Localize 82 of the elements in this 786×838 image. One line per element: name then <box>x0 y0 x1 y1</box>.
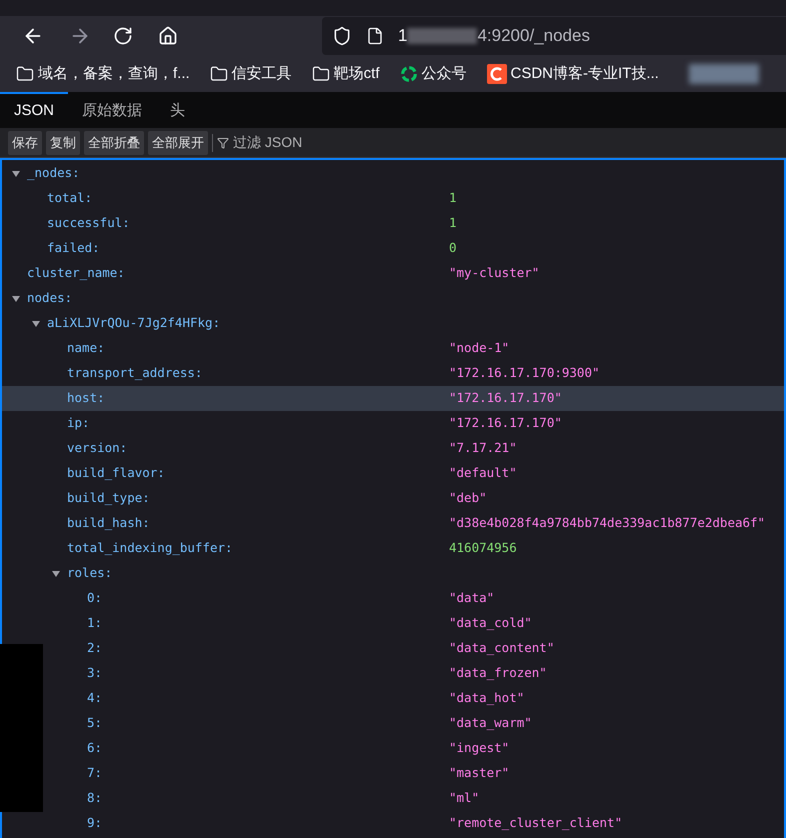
folder-icon <box>312 65 330 83</box>
filter-icon <box>217 136 229 148</box>
json-value: 0 <box>449 239 457 258</box>
highlighted-tree-row[interactable]: host: "172.16.17.170" <box>2 386 784 411</box>
json-value: "172.16.17.170:9300" <box>449 364 600 382</box>
json-key: cluster_name: <box>27 264 125 283</box>
bookmark[interactable]: CSDN博客-专业IT技... <box>486 62 659 86</box>
json-value: "my-cluster" <box>449 264 540 282</box>
bookmark[interactable]: 靶场ctf <box>312 62 380 86</box>
filter-field[interactable]: 过滤 JSON <box>233 132 433 153</box>
json-value: "default" <box>449 464 517 482</box>
json-value: "ingest" <box>449 739 510 758</box>
expand-triangle-icon[interactable] <box>11 294 21 304</box>
json-key: 0: <box>87 589 102 608</box>
json-key: 5: <box>87 714 102 733</box>
json-key: build_type: <box>67 489 150 508</box>
json-key: 6: <box>87 739 102 758</box>
folder-icon <box>16 65 34 83</box>
json-value: 416074956 <box>449 539 517 558</box>
json-value: 1 <box>449 189 457 208</box>
blurred-bookmark <box>688 64 759 84</box>
page-icon <box>366 27 384 45</box>
json-key: build_flavor: <box>67 464 165 483</box>
toolbar-button[interactable]: 保存 <box>8 130 42 154</box>
bookmark[interactable]: 公众号 <box>400 62 467 86</box>
json-value: "master" <box>449 764 510 782</box>
url-text: 4:9200/_nodes <box>477 25 590 48</box>
json-key: total: <box>47 189 92 208</box>
json-key: name: <box>67 339 105 358</box>
json-key: _nodes: <box>27 164 80 183</box>
expand-triangle-icon[interactable] <box>31 318 41 328</box>
folder-icon <box>210 65 228 83</box>
json-key: roles: <box>67 564 112 583</box>
json-value: "remote_cluster_client" <box>449 814 622 832</box>
json-key: 4: <box>87 689 102 708</box>
swirl-icon <box>400 65 418 83</box>
json-value: "data_warm" <box>449 714 532 732</box>
shield-icon <box>332 26 352 46</box>
blurred-url-segment <box>407 28 478 44</box>
address-bar[interactable]: 1 4:9200/_nodes <box>322 17 786 55</box>
home-icon <box>158 26 178 46</box>
json-key: 8: <box>87 789 102 808</box>
json-key: version: <box>67 439 128 458</box>
toolbar-button[interactable]: 复制 <box>46 130 80 154</box>
json-key: failed: <box>47 239 100 258</box>
json-value: "data" <box>449 589 494 608</box>
bookmark[interactable]: 信安工具 <box>210 62 292 86</box>
url-text: 1 <box>398 25 408 48</box>
json-key: total_indexing_buffer: <box>67 539 233 558</box>
toolbar-button[interactable]: 全部展开 <box>148 130 208 154</box>
json-key: transport_address: <box>67 364 202 383</box>
json-key: 1: <box>87 614 102 633</box>
json-value: "d38e4b028f4a9784bb74de339ac1b877e2dbea6f" <box>449 514 766 532</box>
json-value: "node-1" <box>449 339 510 358</box>
json-key: host: <box>67 389 105 408</box>
json-key: nodes: <box>27 289 72 308</box>
json-key: successful: <box>47 214 130 233</box>
bookmark[interactable]: 域名，备案，查询，f... <box>16 62 190 86</box>
json-key: aLiXLJVrQOu-7Jg2f4HFkg: <box>47 314 220 333</box>
json-value: "ml" <box>449 789 480 808</box>
json-value: "data_frozen" <box>449 664 547 682</box>
json-value: "data_content" <box>449 639 554 658</box>
toolbar-button[interactable]: 全部折叠 <box>84 130 144 154</box>
json-value: "7.17.21" <box>449 439 517 458</box>
viewer-tab[interactable]: 原始数据 <box>68 92 156 128</box>
json-key: ip: <box>67 414 90 433</box>
json-value: "172.16.17.170" <box>449 414 562 432</box>
expand-triangle-icon[interactable] <box>51 568 61 578</box>
json-key: 3: <box>87 664 102 683</box>
json-value: "data_hot" <box>449 689 524 708</box>
json-value: "172.16.17.170" <box>449 389 562 408</box>
json-key: 9: <box>87 814 102 833</box>
json-key: 7: <box>87 764 102 783</box>
letter-c-icon <box>486 64 507 84</box>
json-value: "deb" <box>449 489 487 508</box>
json-value: 1 <box>449 214 457 232</box>
reload-icon <box>113 26 133 46</box>
json-value: "data_cold" <box>449 614 532 632</box>
viewer-tab[interactable]: 头 <box>156 92 200 128</box>
json-key: build_hash: <box>67 514 150 533</box>
json-key: 2: <box>87 639 102 658</box>
expand-triangle-icon[interactable] <box>11 168 21 178</box>
